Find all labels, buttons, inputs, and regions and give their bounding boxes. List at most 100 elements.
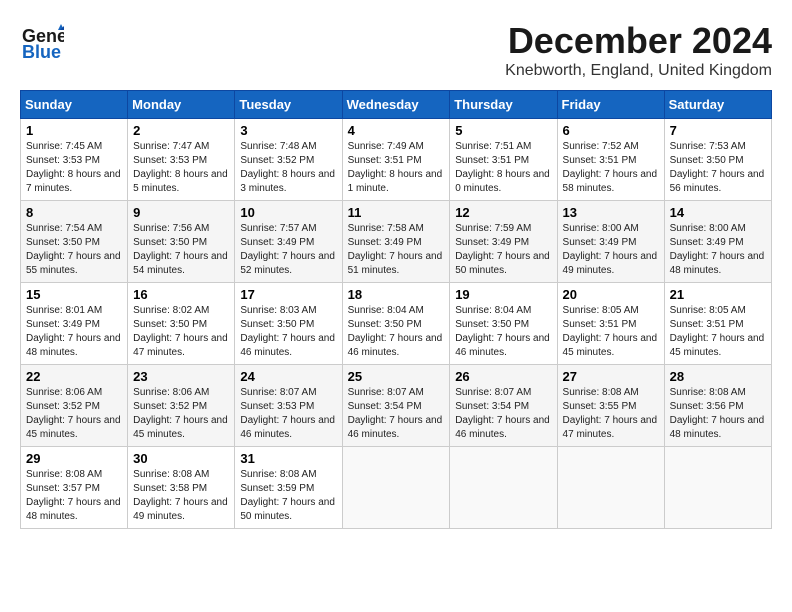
- day-number: 10: [240, 205, 336, 220]
- day-info: Sunrise: 8:08 AMSunset: 3:58 PMDaylight:…: [133, 468, 229, 524]
- calendar-table: SundayMondayTuesdayWednesdayThursdayFrid…: [20, 90, 772, 529]
- location: Knebworth, England, United Kingdom: [505, 62, 772, 80]
- col-header-thursday: Thursday: [450, 91, 557, 119]
- day-number: 20: [563, 287, 659, 302]
- day-number: 1: [26, 123, 122, 138]
- day-info: Sunrise: 8:07 AMSunset: 3:54 PMDaylight:…: [455, 386, 551, 442]
- day-info: Sunrise: 7:53 AMSunset: 3:50 PMDaylight:…: [670, 140, 766, 196]
- day-cell: [450, 447, 557, 529]
- day-cell: [557, 447, 664, 529]
- day-info: Sunrise: 7:59 AMSunset: 3:49 PMDaylight:…: [455, 222, 551, 278]
- day-cell: 14 Sunrise: 8:00 AMSunset: 3:49 PMDayligh…: [664, 201, 771, 283]
- day-number: 21: [670, 287, 766, 302]
- day-info: Sunrise: 7:45 AMSunset: 3:53 PMDaylight:…: [26, 140, 122, 196]
- day-cell: 23 Sunrise: 8:06 AMSunset: 3:52 PMDayligh…: [128, 365, 235, 447]
- day-info: Sunrise: 8:01 AMSunset: 3:49 PMDaylight:…: [26, 304, 122, 360]
- day-cell: 13 Sunrise: 8:00 AMSunset: 3:49 PMDayligh…: [557, 201, 664, 283]
- week-row-3: 15 Sunrise: 8:01 AMSunset: 3:49 PMDayligh…: [21, 283, 772, 365]
- week-row-5: 29 Sunrise: 8:08 AMSunset: 3:57 PMDayligh…: [21, 447, 772, 529]
- day-info: Sunrise: 8:04 AMSunset: 3:50 PMDaylight:…: [455, 304, 551, 360]
- day-number: 12: [455, 205, 551, 220]
- day-cell: 29 Sunrise: 8:08 AMSunset: 3:57 PMDayligh…: [21, 447, 128, 529]
- day-number: 11: [348, 205, 445, 220]
- day-info: Sunrise: 7:52 AMSunset: 3:51 PMDaylight:…: [563, 140, 659, 196]
- day-info: Sunrise: 8:07 AMSunset: 3:53 PMDaylight:…: [240, 386, 336, 442]
- day-cell: 30Sunrise: 8:08 AMSunset: 3:58 PMDayligh…: [128, 447, 235, 529]
- month-title: December 2024: [505, 20, 772, 62]
- day-info: Sunrise: 7:47 AMSunset: 3:53 PMDaylight:…: [133, 140, 229, 196]
- day-info: Sunrise: 8:08 AMSunset: 3:59 PMDaylight:…: [240, 468, 336, 524]
- day-cell: 22Sunrise: 8:06 AMSunset: 3:52 PMDayligh…: [21, 365, 128, 447]
- day-cell: [664, 447, 771, 529]
- day-cell: 19 Sunrise: 8:04 AMSunset: 3:50 PMDayligh…: [450, 283, 557, 365]
- day-number: 15: [26, 287, 122, 302]
- day-cell: 10 Sunrise: 7:57 AMSunset: 3:49 PMDayligh…: [235, 201, 342, 283]
- day-number: 29: [26, 451, 122, 466]
- day-cell: 17 Sunrise: 8:03 AMSunset: 3:50 PMDayligh…: [235, 283, 342, 365]
- day-info: Sunrise: 8:04 AMSunset: 3:50 PMDaylight:…: [348, 304, 445, 360]
- col-header-tuesday: Tuesday: [235, 91, 342, 119]
- day-number: 13: [563, 205, 659, 220]
- day-info: Sunrise: 8:03 AMSunset: 3:50 PMDaylight:…: [240, 304, 336, 360]
- title-block: December 2024 Knebworth, England, United…: [505, 20, 772, 80]
- day-number: 8: [26, 205, 122, 220]
- day-info: Sunrise: 7:48 AMSunset: 3:52 PMDaylight:…: [240, 140, 336, 196]
- day-info: Sunrise: 7:56 AMSunset: 3:50 PMDaylight:…: [133, 222, 229, 278]
- day-cell: 3 Sunrise: 7:48 AMSunset: 3:52 PMDaylight…: [235, 119, 342, 201]
- day-number: 7: [670, 123, 766, 138]
- day-number: 28: [670, 369, 766, 384]
- day-cell: 15 Sunrise: 8:01 AMSunset: 3:49 PMDayligh…: [21, 283, 128, 365]
- day-cell: 8 Sunrise: 7:54 AMSunset: 3:50 PMDaylight…: [21, 201, 128, 283]
- day-info: Sunrise: 8:00 AMSunset: 3:49 PMDaylight:…: [563, 222, 659, 278]
- day-number: 9: [133, 205, 229, 220]
- day-info: Sunrise: 8:06 AMSunset: 3:52 PMDaylight:…: [133, 386, 229, 442]
- day-cell: 11 Sunrise: 7:58 AMSunset: 3:49 PMDayligh…: [342, 201, 450, 283]
- day-number: 19: [455, 287, 551, 302]
- day-number: 24: [240, 369, 336, 384]
- day-info: Sunrise: 7:54 AMSunset: 3:50 PMDaylight:…: [26, 222, 122, 278]
- day-info: Sunrise: 8:08 AMSunset: 3:56 PMDaylight:…: [670, 386, 766, 442]
- day-number: 14: [670, 205, 766, 220]
- day-cell: 28 Sunrise: 8:08 AMSunset: 3:56 PMDayligh…: [664, 365, 771, 447]
- day-number: 16: [133, 287, 229, 302]
- day-info: Sunrise: 7:57 AMSunset: 3:49 PMDaylight:…: [240, 222, 336, 278]
- day-number: 25: [348, 369, 445, 384]
- calendar-header-row: SundayMondayTuesdayWednesdayThursdayFrid…: [21, 91, 772, 119]
- day-cell: 7 Sunrise: 7:53 AMSunset: 3:50 PMDaylight…: [664, 119, 771, 201]
- day-cell: 20Sunrise: 8:05 AMSunset: 3:51 PMDayligh…: [557, 283, 664, 365]
- day-info: Sunrise: 8:02 AMSunset: 3:50 PMDaylight:…: [133, 304, 229, 360]
- day-cell: 9 Sunrise: 7:56 AMSunset: 3:50 PMDaylight…: [128, 201, 235, 283]
- logo: General Blue: [20, 20, 64, 64]
- day-info: Sunrise: 7:58 AMSunset: 3:49 PMDaylight:…: [348, 222, 445, 278]
- col-header-wednesday: Wednesday: [342, 91, 450, 119]
- day-number: 17: [240, 287, 336, 302]
- day-info: Sunrise: 8:08 AMSunset: 3:57 PMDaylight:…: [26, 468, 122, 524]
- day-cell: 26 Sunrise: 8:07 AMSunset: 3:54 PMDayligh…: [450, 365, 557, 447]
- svg-text:Blue: Blue: [22, 42, 61, 62]
- day-cell: 2Sunrise: 7:47 AMSunset: 3:53 PMDaylight…: [128, 119, 235, 201]
- day-cell: 31 Sunrise: 8:08 AMSunset: 3:59 PMDayligh…: [235, 447, 342, 529]
- day-number: 3: [240, 123, 336, 138]
- day-number: 5: [455, 123, 551, 138]
- week-row-1: 1 Sunrise: 7:45 AMSunset: 3:53 PMDaylight…: [21, 119, 772, 201]
- day-info: Sunrise: 8:06 AMSunset: 3:52 PMDaylight:…: [26, 386, 122, 442]
- day-info: Sunrise: 8:00 AMSunset: 3:49 PMDaylight:…: [670, 222, 766, 278]
- day-number: 23: [133, 369, 229, 384]
- day-info: Sunrise: 8:05 AMSunset: 3:51 PMDaylight:…: [670, 304, 766, 360]
- day-cell: 25 Sunrise: 8:07 AMSunset: 3:54 PMDayligh…: [342, 365, 450, 447]
- day-info: Sunrise: 8:07 AMSunset: 3:54 PMDaylight:…: [348, 386, 445, 442]
- day-number: 6: [563, 123, 659, 138]
- logo-icon: General Blue: [20, 20, 64, 64]
- day-number: 26: [455, 369, 551, 384]
- day-number: 4: [348, 123, 445, 138]
- day-cell: 16 Sunrise: 8:02 AMSunset: 3:50 PMDayligh…: [128, 283, 235, 365]
- col-header-sunday: Sunday: [21, 91, 128, 119]
- col-header-friday: Friday: [557, 91, 664, 119]
- day-cell: 5Sunrise: 7:51 AMSunset: 3:51 PMDaylight…: [450, 119, 557, 201]
- day-cell: 24 Sunrise: 8:07 AMSunset: 3:53 PMDayligh…: [235, 365, 342, 447]
- page-header: General Blue December 2024 Knebworth, En…: [20, 20, 772, 80]
- day-number: 31: [240, 451, 336, 466]
- week-row-4: 22Sunrise: 8:06 AMSunset: 3:52 PMDayligh…: [21, 365, 772, 447]
- day-cell: 27Sunrise: 8:08 AMSunset: 3:55 PMDayligh…: [557, 365, 664, 447]
- day-cell: 21 Sunrise: 8:05 AMSunset: 3:51 PMDayligh…: [664, 283, 771, 365]
